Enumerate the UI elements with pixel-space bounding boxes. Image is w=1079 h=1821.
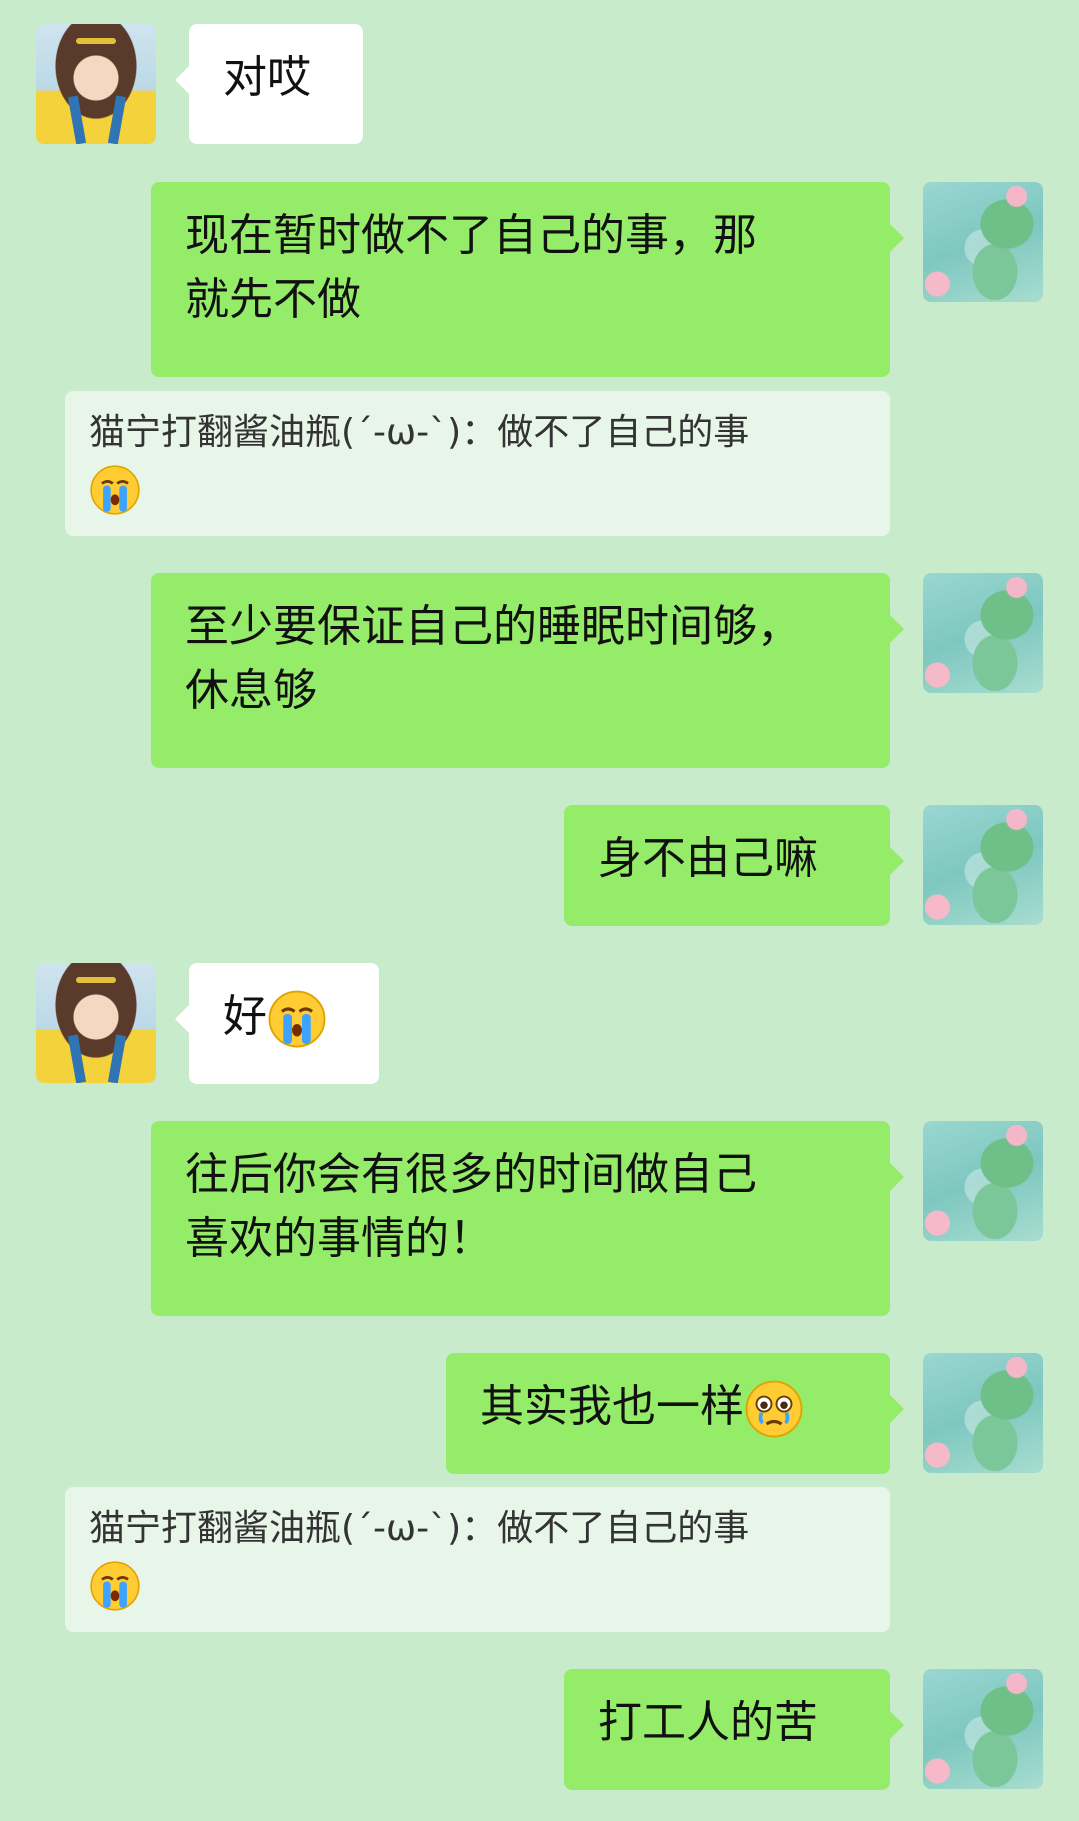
- message-bubble[interactable]: 身不由己嘛: [564, 805, 904, 926]
- crying-emoji: [89, 1560, 141, 1612]
- lotus-avatar[interactable]: [923, 1353, 1043, 1473]
- message-text-line: 就先不做: [185, 274, 361, 325]
- message-text-line: 现在暂时做不了自己的事，那: [185, 210, 757, 261]
- message-text: 对哎: [223, 52, 311, 103]
- lotus-avatar[interactable]: [923, 182, 1043, 302]
- message-bubble[interactable]: 其实我也一样: [446, 1353, 904, 1474]
- message-bubble[interactable]: 往后你会有很多的时间做自己 喜欢的事情的！: [151, 1121, 904, 1316]
- message-bubble[interactable]: 现在暂时做不了自己的事，那 就先不做: [151, 182, 904, 377]
- lotus-avatar[interactable]: [923, 1121, 1043, 1241]
- quote-text: 猫宁打翻酱油瓶(´-ω-`)：做不了自己的事: [89, 412, 750, 453]
- message-text: 其实我也一样: [480, 1381, 744, 1432]
- message-text-line: 休息够: [185, 665, 317, 716]
- message-bubble[interactable]: 至少要保证自己的睡眠时间够， 休息够: [151, 573, 904, 768]
- quoted-message[interactable]: 猫宁打翻酱油瓶(´-ω-`)：做不了自己的事: [65, 391, 890, 536]
- lotus-avatar[interactable]: [923, 1669, 1043, 1789]
- message-bubble[interactable]: 打工人的苦: [564, 1669, 904, 1790]
- crying-emoji: [89, 464, 141, 516]
- quoted-message[interactable]: 猫宁打翻酱油瓶(´-ω-`)：做不了自己的事: [65, 1487, 890, 1632]
- lotus-avatar[interactable]: [923, 805, 1043, 925]
- message-text-line: 至少要保证自己的睡眠时间够，: [185, 601, 801, 652]
- lotus-avatar[interactable]: [923, 573, 1043, 693]
- message-text-line: 往后你会有很多的时间做自己: [185, 1149, 757, 1200]
- message-bubble[interactable]: 对哎: [175, 24, 363, 144]
- crying-emoji: [267, 989, 327, 1049]
- quote-text: 猫宁打翻酱油瓶(´-ω-`)：做不了自己的事: [89, 1508, 750, 1549]
- message-text: 打工人的苦: [598, 1697, 818, 1748]
- message-text: 好: [223, 991, 267, 1042]
- message-text: 身不由己嘛: [598, 833, 818, 884]
- message-bubble[interactable]: 好: [175, 963, 379, 1084]
- girl-avatar[interactable]: [36, 24, 156, 144]
- holding-back-tears-emoji: [744, 1379, 804, 1439]
- girl-avatar[interactable]: [36, 963, 156, 1083]
- message-text-line: 喜欢的事情的！: [185, 1213, 493, 1264]
